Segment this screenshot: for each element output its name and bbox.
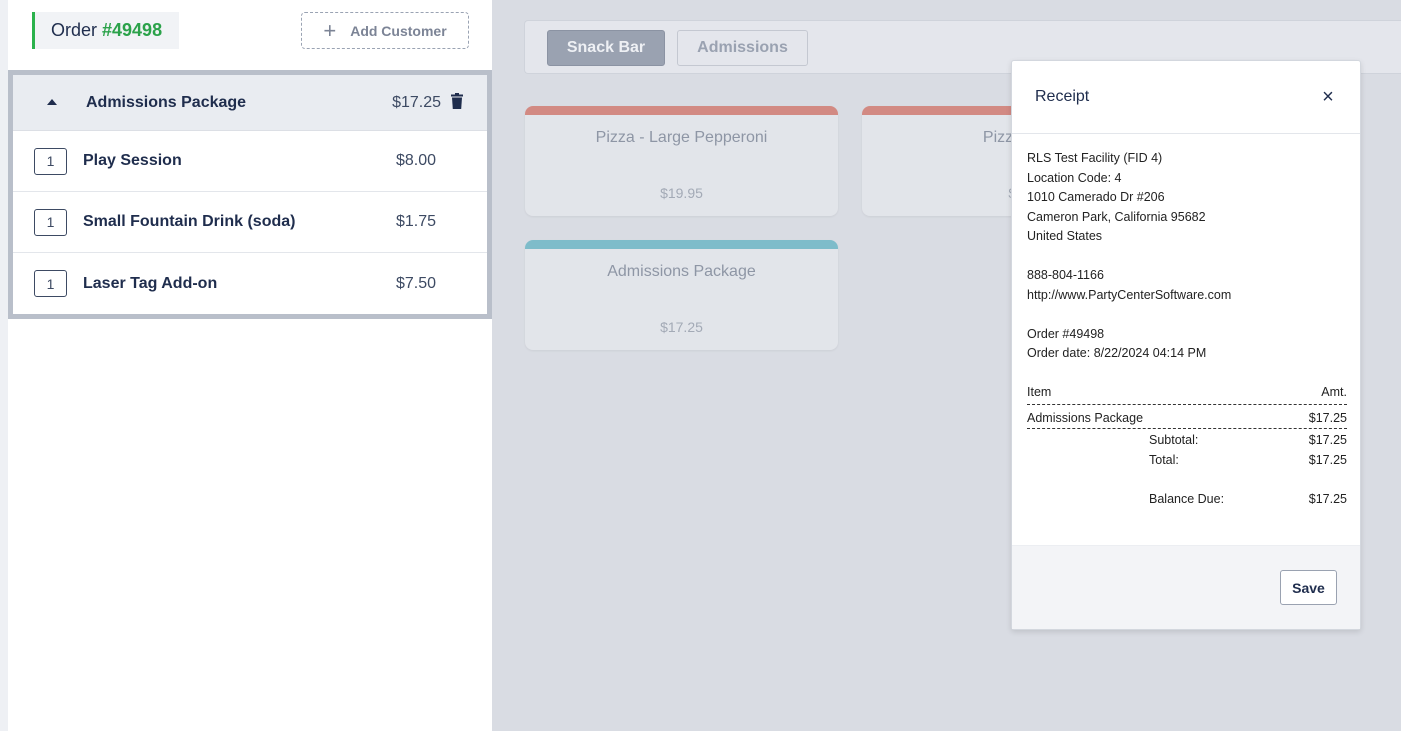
collapse-caret-icon[interactable] [47,99,57,105]
package-item-row: 1 Laser Tag Add-on $7.50 [13,253,487,314]
order-panel: Order #49498 + Add Customer Admissions P… [8,0,492,731]
receipt-body: RLS Test Facility (FID 4) Location Code:… [1027,149,1347,509]
modal-footer: Save [1012,545,1360,629]
balance-row: Balance Due: $17.25 [1027,490,1347,510]
modal-title: Receipt [1035,88,1090,105]
product-name: Admissions Package [607,263,756,280]
plus-icon: + [323,17,337,43]
product-name: Pizza - Large Pepperoni [595,129,768,146]
left-edge [0,0,8,731]
receipt-item-name: Admissions Package [1027,410,1144,425]
balance-value: $17.25 [1308,491,1347,506]
country: United States [1027,229,1103,243]
item-price: $7.50 [396,274,437,292]
receipt-table-row: Admissions Package $17.25 [1027,405,1347,429]
add-customer-button[interactable]: + Add Customer [301,12,469,49]
package-price: $17.25 [392,93,441,111]
total-label: Total: [1149,452,1179,467]
phone-number: 888-804-1166 [1027,268,1104,282]
modal-header: Receipt × [1012,61,1360,134]
street-address: 1010 Camerado Dr #206 [1027,190,1165,204]
item-name: Small Fountain Drink (soda) [83,213,296,230]
item-name: Play Session [83,152,182,169]
package-item-row: 1 Play Session $8.00 [13,131,487,192]
category-tab-snack-bar[interactable]: Snack Bar [547,30,665,66]
save-button[interactable]: Save [1280,570,1337,605]
website-url: http://www.PartyCenterSoftware.com [1027,287,1232,302]
order-label: Order [51,20,98,40]
item-price: $1.75 [396,213,437,230]
package-title: Admissions Package [86,93,247,111]
item-column-header: Item [1027,385,1052,399]
close-icon[interactable]: × [1320,87,1336,107]
product-price: $19.95 [660,185,703,201]
item-name: Laser Tag Add-on [83,274,218,292]
product-price: $17.25 [660,319,703,335]
receipt-item-amount: $17.25 [1308,410,1347,425]
subtotal-row: Subtotal: $17.25 [1027,431,1347,451]
order-date-line: Order date: 8/22/2024 04:14 PM [1027,346,1207,360]
receipt-modal: Receipt × RLS Test Facility (FID 4) Loca… [1011,60,1361,630]
order-number-line: Order #49498 [1027,326,1105,341]
package-header[interactable]: Admissions Package $17.25 [13,75,487,131]
item-price: $8.00 [396,152,437,169]
quantity-box[interactable]: 1 [34,270,67,297]
package-item-row: 1 Small Fountain Drink (soda) $1.75 [13,192,487,253]
city-state-zip: Cameron Park, California 95682 [1027,209,1206,224]
card-stripe [525,240,838,249]
add-customer-label: Add Customer [350,22,447,39]
product-card[interactable]: Admissions Package $17.25 [525,240,838,350]
order-tab[interactable]: Order #49498 [32,12,179,49]
card-stripe [525,106,838,115]
category-tab-admissions[interactable]: Admissions [677,30,808,66]
product-card[interactable]: Pizza - Large Pepperoni $19.95 [525,106,838,216]
order-number: #49498 [102,20,163,40]
quantity-box[interactable]: 1 [34,208,67,236]
balance-label: Balance Due: [1149,491,1225,506]
facility-name: RLS Test Facility (FID 4) [1027,151,1163,165]
package-group: Admissions Package $17.25 1 Play Session… [8,70,492,319]
subtotal-value: $17.25 [1308,433,1347,447]
location-code: Location Code: 4 [1027,170,1122,185]
quantity-box[interactable]: 1 [34,147,67,175]
amount-column-header: Amt. [1321,385,1347,399]
subtotal-label: Subtotal: [1149,433,1199,447]
total-row: Total: $17.25 [1027,451,1347,471]
total-value: $17.25 [1308,452,1347,467]
receipt-table-header: Item Amt. [1027,383,1347,405]
trash-icon[interactable] [451,93,463,109]
